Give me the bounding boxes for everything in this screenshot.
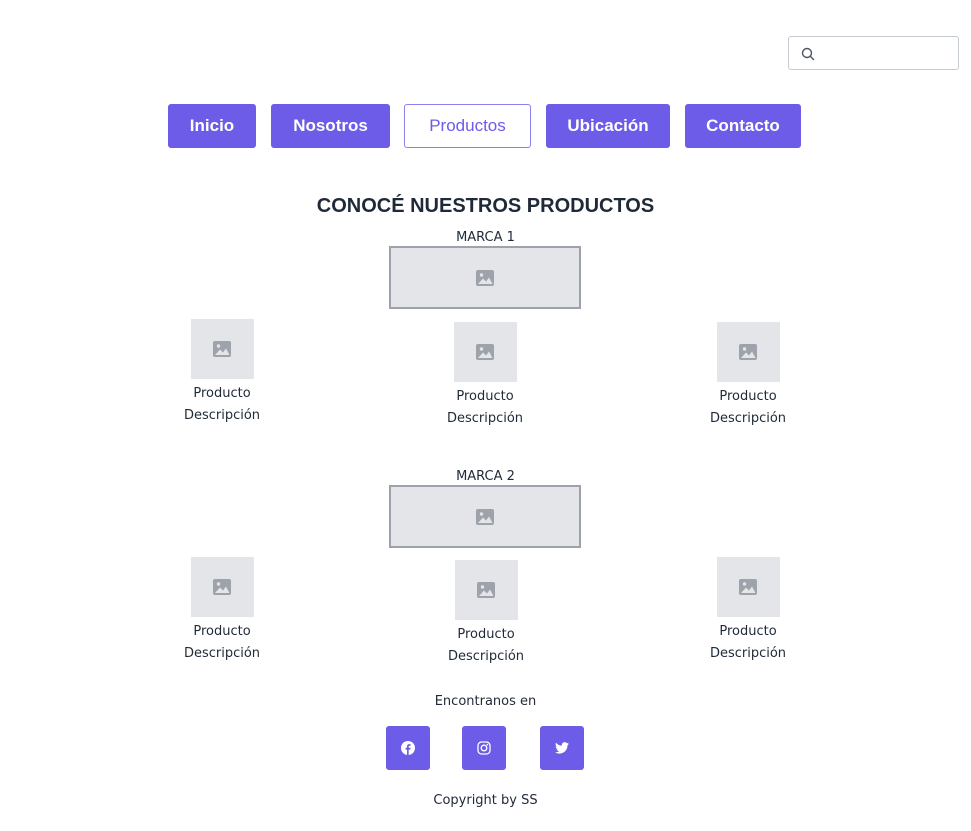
product-name: Producto bbox=[457, 627, 515, 642]
nav-productos-button[interactable]: Productos bbox=[404, 104, 531, 148]
image-icon bbox=[476, 269, 494, 286]
search-box[interactable] bbox=[788, 36, 959, 70]
page-title: CONOCÉ NUESTROS PRODUCTOS bbox=[316, 195, 655, 217]
find-us-label: Encontranos en bbox=[434, 694, 537, 709]
product-card[interactable]: Producto Descripción bbox=[152, 557, 292, 665]
product-image bbox=[716, 322, 780, 382]
product-card[interactable]: Producto Descripción bbox=[152, 319, 292, 427]
product-description: Descripción bbox=[447, 649, 525, 664]
instagram-icon bbox=[477, 741, 491, 755]
instagram-button[interactable] bbox=[462, 726, 506, 770]
image-icon bbox=[476, 344, 494, 360]
product-card[interactable]: Producto Descripción bbox=[678, 557, 818, 665]
product-image bbox=[716, 557, 780, 617]
product-card[interactable]: Producto Descripción bbox=[415, 322, 555, 430]
product-image bbox=[190, 557, 254, 617]
copyright-text: Copyright by SS bbox=[433, 793, 538, 808]
search-icon bbox=[801, 47, 815, 61]
image-icon bbox=[477, 582, 495, 598]
brand-label: MARCA 2 bbox=[456, 469, 515, 484]
product-name: Producto bbox=[719, 389, 777, 404]
facebook-button[interactable] bbox=[386, 726, 430, 770]
product-image bbox=[454, 560, 518, 620]
brand-image bbox=[389, 246, 581, 309]
product-description: Descripción bbox=[709, 411, 787, 426]
nav-ubicacion-button[interactable]: Ubicación bbox=[546, 104, 670, 148]
facebook-icon bbox=[401, 741, 415, 755]
brand-label: MARCA 1 bbox=[456, 230, 515, 245]
brand-image bbox=[389, 485, 581, 548]
product-description: Descripción bbox=[709, 646, 787, 661]
twitter-icon bbox=[555, 742, 569, 754]
main-nav: Inicio Nosotros Productos Ubicación Cont… bbox=[0, 104, 971, 148]
twitter-button[interactable] bbox=[540, 726, 584, 770]
search-input[interactable] bbox=[823, 41, 955, 67]
product-image bbox=[453, 322, 517, 382]
product-name: Producto bbox=[193, 624, 251, 639]
product-description: Descripción bbox=[183, 646, 261, 661]
product-name: Producto bbox=[719, 624, 777, 639]
product-card[interactable]: Producto Descripción bbox=[678, 322, 818, 430]
image-icon bbox=[739, 344, 757, 360]
product-name: Producto bbox=[193, 386, 251, 401]
product-description: Descripción bbox=[183, 408, 261, 423]
image-icon bbox=[739, 579, 757, 595]
product-description: Descripción bbox=[446, 411, 524, 426]
nav-nosotros-button[interactable]: Nosotros bbox=[271, 104, 390, 148]
nav-inicio-button[interactable]: Inicio bbox=[168, 104, 256, 148]
nav-contacto-button[interactable]: Contacto bbox=[685, 104, 801, 148]
product-name: Producto bbox=[456, 389, 514, 404]
product-image bbox=[190, 319, 254, 379]
image-icon bbox=[476, 508, 494, 525]
image-icon bbox=[213, 341, 231, 357]
product-card[interactable]: Producto Descripción bbox=[416, 560, 556, 668]
image-icon bbox=[213, 579, 231, 595]
